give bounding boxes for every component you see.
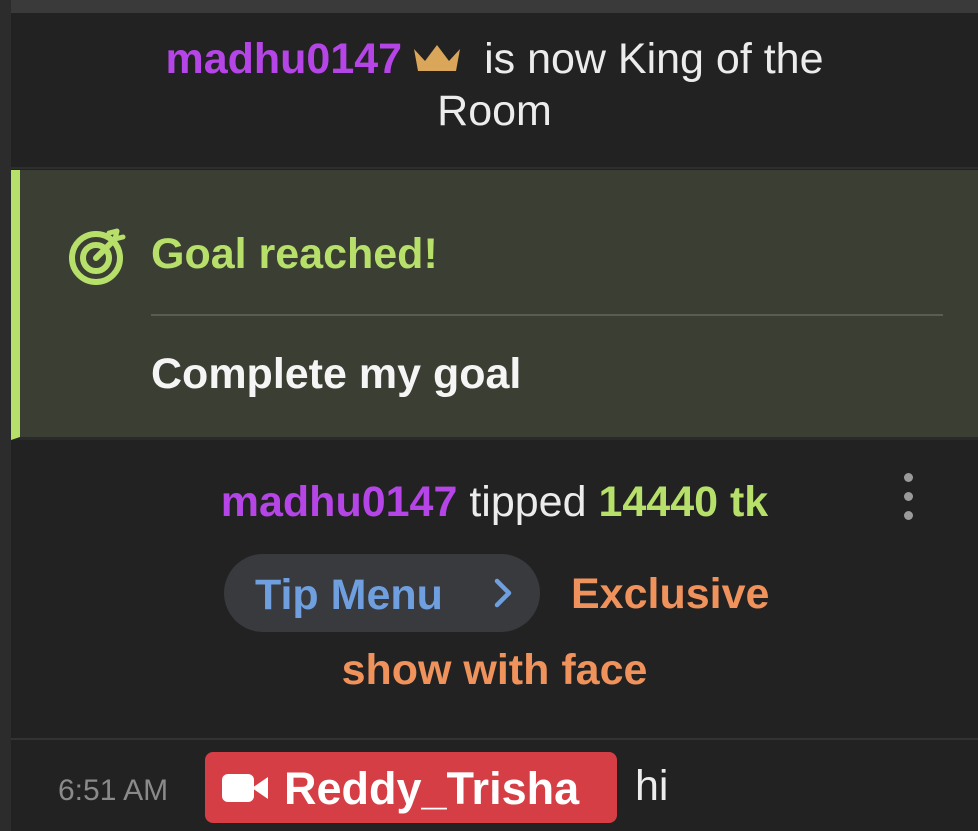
king-notice-text: is now King of the [484, 35, 824, 83]
goal-description: Complete my goal [151, 350, 522, 398]
king-username[interactable]: madhu0147 [165, 35, 402, 83]
more-vertical-icon[interactable] [896, 472, 920, 522]
tip-amount: 14440 tk [598, 478, 769, 526]
camera-icon [222, 774, 268, 802]
tip-item-line1: Exclusive [571, 570, 770, 618]
tip-menu-button[interactable]: Tip Menu [224, 554, 540, 632]
tip-menu-label: Tip Menu [255, 571, 443, 619]
left-edge [0, 0, 11, 831]
message-time: 6:51 AM [58, 774, 169, 807]
crown-icon [414, 45, 461, 71]
king-notice-line: madhu0147 is now King of the [11, 35, 978, 84]
goal-divider [151, 314, 943, 316]
chat-message: 6:51 AM Reddy_Trisha hi [11, 740, 978, 831]
tip-item-line2: show with face [341, 646, 648, 694]
user-badge[interactable]: Reddy_Trisha [205, 752, 617, 823]
message-username: Reddy_Trisha [284, 763, 580, 814]
message-text: hi [635, 762, 669, 810]
target-icon [69, 228, 126, 285]
tip-line: madhu0147 tipped 14440 tk [11, 478, 978, 527]
chevron-right-icon [494, 578, 512, 608]
king-notice-text-line2: Room [437, 87, 552, 135]
king-notice: madhu0147 is now King of the Room [11, 13, 978, 169]
goal-reached-card: Goal reached! Complete my goal [11, 170, 978, 440]
tip-verb: tipped [469, 478, 587, 526]
tip-notice: madhu0147 tipped 14440 tk Tip Menu Exclu… [11, 442, 978, 740]
tip-username[interactable]: madhu0147 [221, 478, 458, 526]
top-bar [0, 0, 978, 13]
goal-title: Goal reached! [151, 230, 438, 278]
